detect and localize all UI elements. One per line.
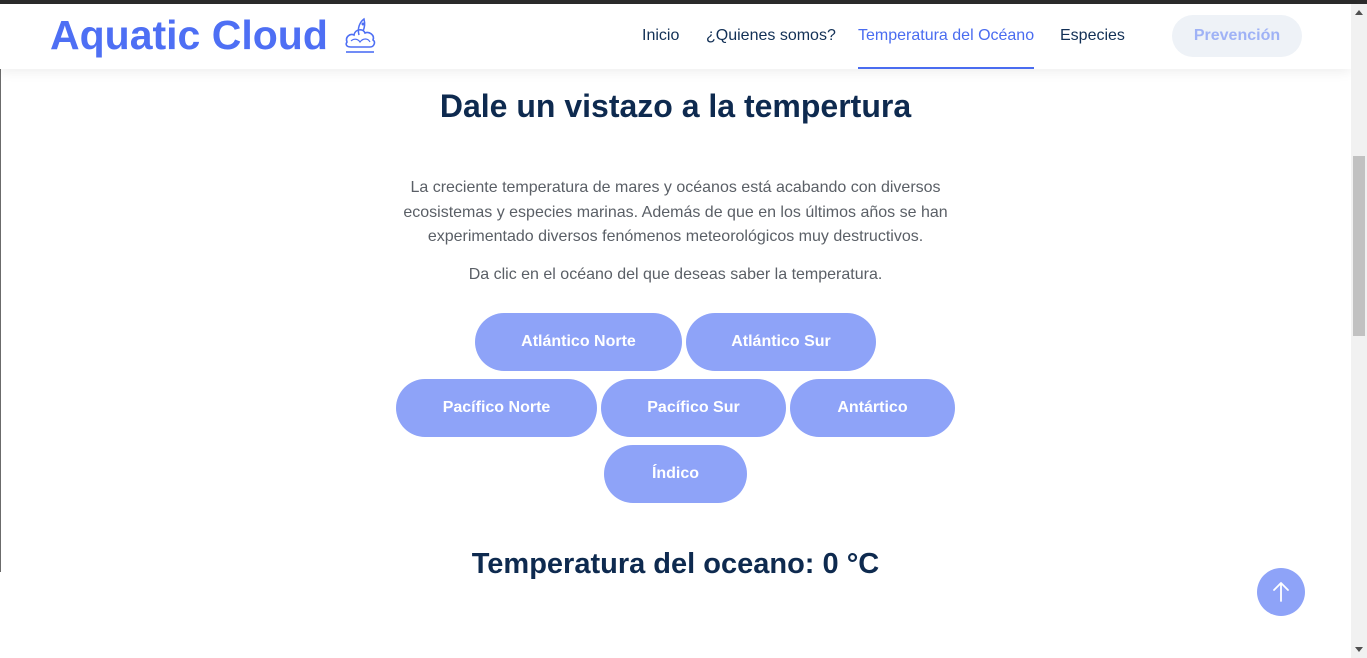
antartico-button[interactable]: Antártico: [790, 379, 955, 437]
page-title: Dale un vistazo a la tempertura: [439, 88, 912, 124]
pacifico-norte-button[interactable]: Pacífico Norte: [396, 379, 597, 437]
atlantico-sur-button[interactable]: Atlántico Sur: [686, 313, 876, 371]
atlantico-norte-button[interactable]: Atlántico Norte: [475, 313, 682, 371]
pacifico-sur-button[interactable]: Pacífico Sur: [601, 379, 786, 437]
nav-item-temperatura-oceano[interactable]: Temperatura del Océano: [858, 4, 1035, 69]
brand-name: Aquatic Cloud: [50, 12, 328, 58]
scroll-up-arrow-icon[interactable]: [1355, 10, 1363, 15]
description-text: La creciente temperatura de mares y océa…: [403, 179, 948, 245]
site-header: Aquatic Cloud Inicio ¿Quienes somos? Tem…: [0, 4, 1351, 69]
brand-link[interactable]: Aquatic Cloud: [50, 12, 378, 59]
scrollbar-thumb[interactable]: [1353, 156, 1365, 336]
scroll-down-arrow-icon[interactable]: [1355, 647, 1363, 652]
nav-item-inicio[interactable]: Inicio: [642, 4, 679, 67]
ocean-temperature-readout: Temperatura del oceano: 0 °C: [471, 548, 880, 580]
nav-item-quienes-somos[interactable]: ¿Quienes somos?: [706, 4, 836, 67]
arrow-up-icon: [1273, 582, 1289, 602]
instruction-text: Da clic en el océano del que deseas sabe…: [468, 266, 883, 283]
back-to-top-button[interactable]: [1257, 568, 1305, 616]
prevencion-button[interactable]: Prevención: [1172, 15, 1302, 57]
aquatic-cloud-logo-icon: [345, 17, 376, 53]
page-scrollbar[interactable]: [1351, 4, 1367, 658]
indico-button[interactable]: Índico: [604, 445, 747, 503]
nav-item-especies[interactable]: Especies: [1060, 4, 1125, 67]
